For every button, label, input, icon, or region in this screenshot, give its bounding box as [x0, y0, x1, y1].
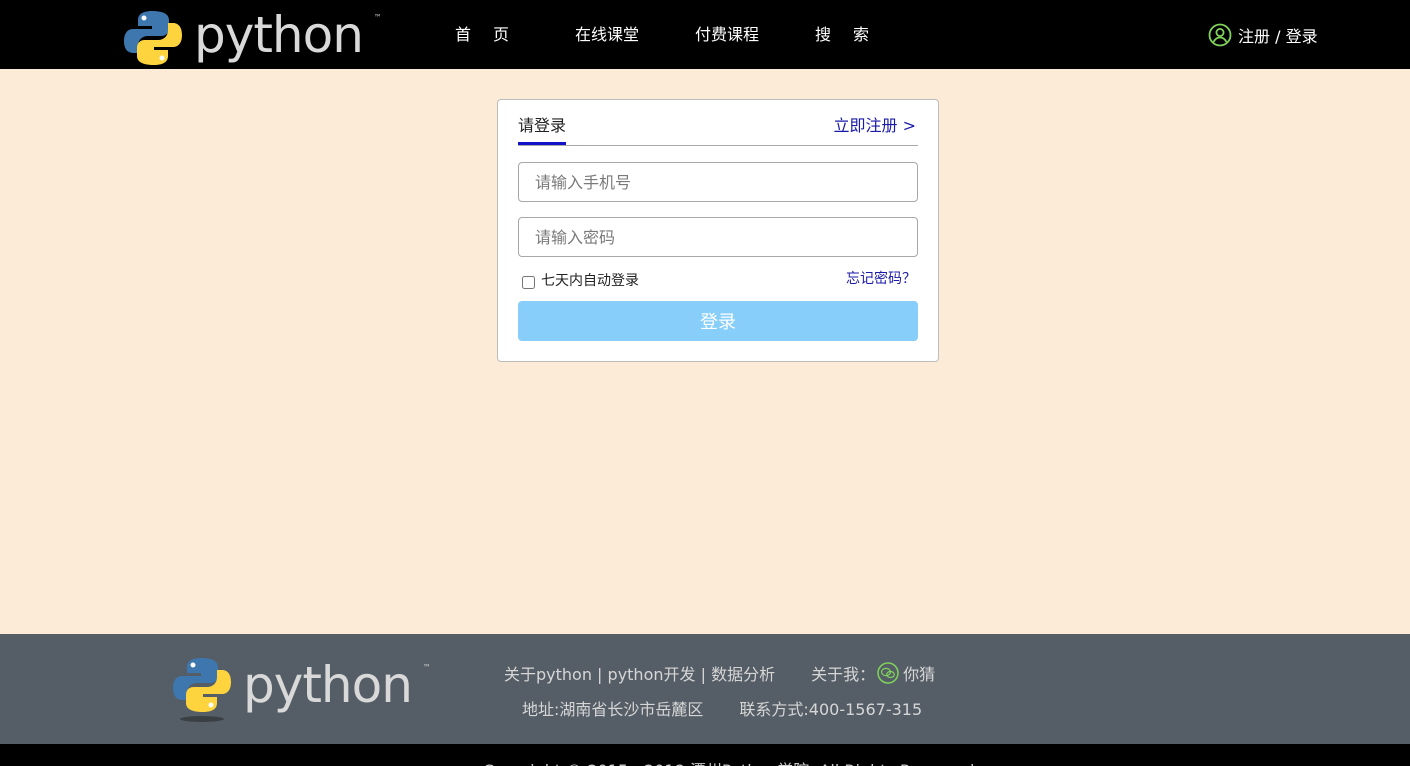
python-logo-icon — [124, 11, 182, 65]
footer-links[interactable]: 关于python | python开发 | 数据分析 — [504, 661, 775, 685]
nav-paid-courses[interactable]: 付费课程 — [695, 24, 815, 46]
footer-logo-wordmark: python ™ — [243, 656, 431, 714]
copyright-text: Copyright © 2015 - 2018 潭州Python学院. All … — [483, 757, 974, 766]
register-link[interactable]: 立即注册 > — [834, 116, 917, 136]
login-card: 请登录 立即注册 > 七天内自动登录 忘记密码？ 登录 — [497, 99, 939, 362]
main-nav: 首页 在线课堂 付费课程 搜索 — [455, 24, 891, 46]
tab-login[interactable]: 请登录 — [518, 116, 567, 145]
about-me-value: 你猜 — [903, 665, 936, 684]
footer-address: 地址:湖南省长沙市岳麓区 — [522, 700, 704, 719]
auth-entry[interactable]: 注册 / 登录 — [1208, 23, 1318, 47]
remember-me[interactable]: 七天内自动登录 — [522, 270, 639, 290]
auth-label: 注册 / 登录 — [1238, 27, 1318, 46]
python-logo-icon — [173, 658, 231, 722]
footer-contact-row: 地址:湖南省长沙市岳麓区 联系方式:400-1567-315 — [522, 696, 922, 720]
logo-wordmark: python ™ — [194, 6, 382, 64]
password-input[interactable] — [518, 217, 918, 257]
footer: python ™ 关于python | python开发 | 数据分析 关于我： … — [0, 634, 1410, 744]
remember-checkbox[interactable] — [522, 275, 535, 289]
nav-home[interactable]: 首页 — [455, 24, 575, 46]
footer-links-row: 关于python | python开发 | 数据分析 关于我： 你猜 — [504, 661, 935, 685]
about-me-label: 关于我： — [811, 665, 876, 684]
remember-label: 七天内自动登录 — [541, 273, 639, 289]
nav-search[interactable]: 搜索 — [815, 24, 891, 46]
footer-logo: python ™ — [173, 656, 431, 722]
copyright-bar: Copyright © 2015 - 2018 潭州Python学院. All … — [0, 744, 1410, 766]
header-logo[interactable]: python ™ — [124, 6, 382, 68]
wechat-icon — [877, 662, 899, 684]
login-card-header: 请登录 立即注册 > — [518, 116, 918, 146]
nav-online-class[interactable]: 在线课堂 — [575, 24, 695, 46]
footer-contact: 联系方式:400-1567-315 — [739, 700, 923, 719]
top-header: python ™ 首页 在线课堂 付费课程 搜索 注册 / 登录 — [0, 0, 1410, 69]
login-button[interactable]: 登录 — [518, 301, 918, 341]
forgot-password-link[interactable]: 忘记密码？ — [846, 269, 916, 289]
user-circle-icon — [1208, 23, 1232, 47]
phone-input[interactable] — [518, 162, 918, 202]
